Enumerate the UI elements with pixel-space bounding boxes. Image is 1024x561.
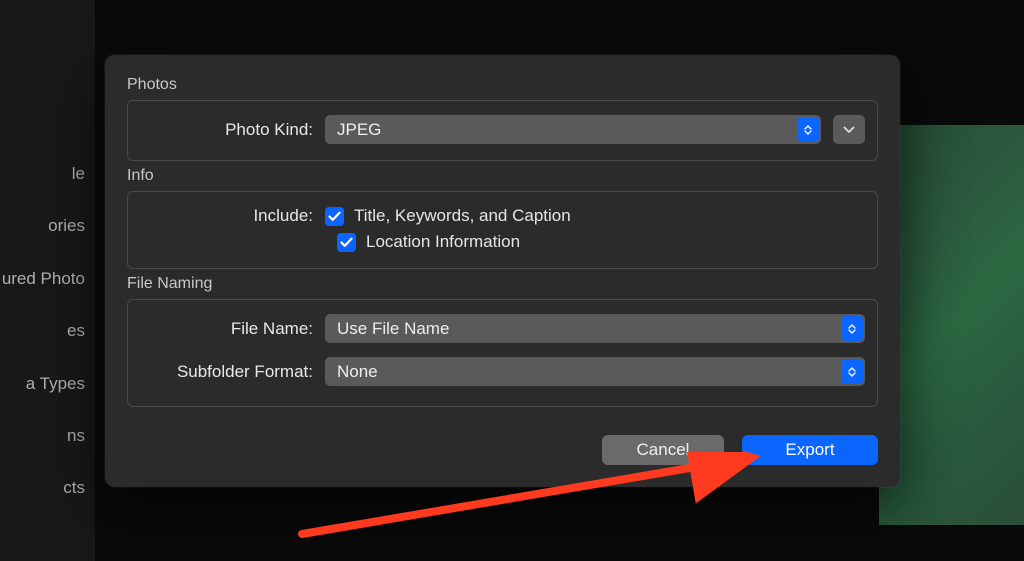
- subfolder-dropdown[interactable]: None: [325, 357, 865, 386]
- section-label-file-naming: File Naming: [127, 275, 878, 293]
- subfolder-row: Subfolder Format: None: [140, 357, 865, 386]
- file-name-row: File Name: Use File Name: [140, 314, 865, 343]
- button-row: Cancel Export: [127, 435, 878, 465]
- app-sidebar-background: le ories ured Photo es a Types ns cts: [0, 0, 95, 561]
- up-down-arrows-icon: [841, 316, 863, 341]
- up-down-arrows-icon: [797, 117, 819, 142]
- title-keywords-checkbox[interactable]: [325, 207, 344, 226]
- expand-options-button[interactable]: [833, 115, 865, 144]
- sidebar-item: ns: [0, 420, 85, 452]
- photos-fieldset: Photo Kind: JPEG: [127, 100, 878, 161]
- photo-kind-dropdown[interactable]: JPEG: [325, 115, 821, 144]
- sidebar-item: cts: [0, 472, 85, 504]
- sidebar-item: ured Photo: [0, 263, 85, 295]
- export-button[interactable]: Export: [742, 435, 878, 465]
- include-label: Include:: [140, 206, 325, 226]
- check-icon: [328, 211, 341, 222]
- photo-kind-label: Photo Kind:: [140, 120, 325, 140]
- section-label-photos: Photos: [127, 76, 878, 94]
- up-down-arrows-icon: [841, 359, 863, 384]
- location-checkbox[interactable]: [337, 233, 356, 252]
- info-fieldset: Include: Title, Keywords, and Caption Lo…: [127, 191, 878, 269]
- photo-kind-value: JPEG: [337, 120, 381, 140]
- cancel-button[interactable]: Cancel: [602, 435, 724, 465]
- subfolder-label: Subfolder Format:: [140, 362, 325, 382]
- sidebar-item: es: [0, 315, 85, 347]
- location-row: Location Information: [140, 232, 865, 252]
- sidebar-item: le: [0, 158, 85, 190]
- include-row: Include: Title, Keywords, and Caption: [140, 206, 865, 226]
- check-icon: [340, 237, 353, 248]
- file-naming-fieldset: File Name: Use File Name Subfolder Forma…: [127, 299, 878, 407]
- sidebar-item: ories: [0, 210, 85, 242]
- export-dialog: Photos Photo Kind: JPEG Info Include: Ti…: [105, 55, 900, 487]
- subfolder-value: None: [337, 362, 378, 382]
- file-name-dropdown[interactable]: Use File Name: [325, 314, 865, 343]
- location-label: Location Information: [366, 232, 520, 252]
- sidebar-items: le ories ured Photo es a Types ns cts: [0, 158, 85, 525]
- chevron-down-icon: [843, 126, 855, 134]
- file-name-value: Use File Name: [337, 319, 449, 339]
- section-label-info: Info: [127, 167, 878, 185]
- sidebar-item: a Types: [0, 368, 85, 400]
- title-keywords-label: Title, Keywords, and Caption: [354, 206, 571, 226]
- photo-kind-row: Photo Kind: JPEG: [140, 115, 865, 144]
- background-photo: [879, 125, 1024, 525]
- file-name-label: File Name:: [140, 319, 325, 339]
